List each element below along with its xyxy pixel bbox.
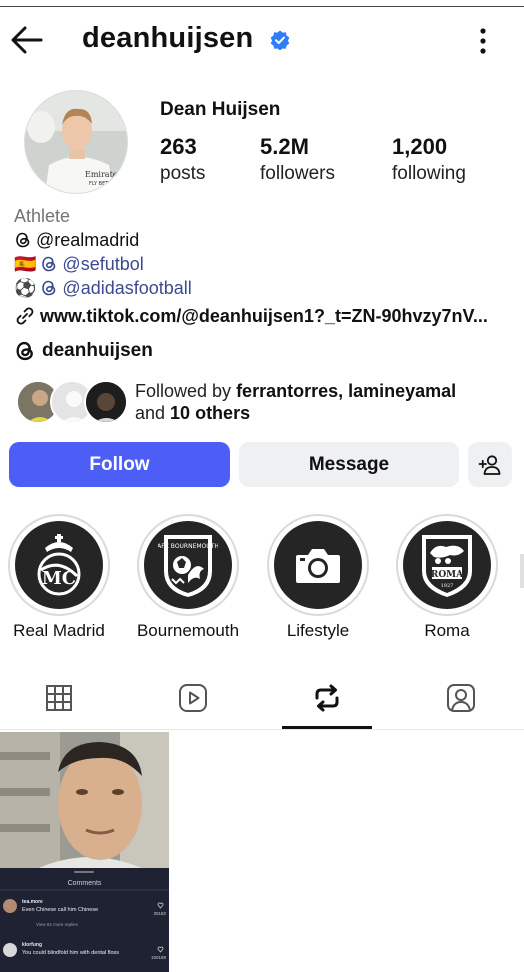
followers-count[interactable]: 5.2M followers (260, 134, 335, 188)
bio-line-sefutbol: 🇪🇸 @sefutbol (14, 252, 514, 276)
posts-count[interactable]: 263 posts (160, 134, 205, 188)
highlight-ring: MC (8, 514, 110, 616)
camera-icon (296, 549, 340, 583)
following-count-value: 1,200 (392, 134, 448, 159)
followed-by-row[interactable]: Followed by ferrantorres, lamineyamal an… (14, 380, 514, 428)
profile-bio: Athlete @realmadrid 🇪🇸 @sefutbol ⚽ @adid… (14, 204, 514, 328)
tab-reels[interactable] (148, 668, 238, 728)
followed-by-others[interactable]: 10 others (170, 403, 250, 423)
post-comments-title: Comments (68, 880, 102, 887)
bournemouth-crest-icon: AFC BOURNEMOUTH (158, 535, 218, 597)
bio-website-row[interactable]: www.tiktok.com/@deanhuijsen1?_t=ZN-90hvz… (14, 304, 514, 328)
threads-icon (42, 256, 56, 272)
tab-reposts[interactable] (282, 668, 372, 728)
highlight-ring: AFC BOURNEMOUTH (137, 514, 239, 616)
following-count[interactable]: 1,200 following (392, 134, 466, 188)
profile-category: Athlete (14, 206, 71, 226)
followed-by-and: and (135, 403, 171, 423)
highlight-ring: ROMA 1927 (396, 514, 498, 616)
spain-flag-icon: 🇪🇸 (14, 254, 37, 274)
svg-text:AFC BOURNEMOUTH: AFC BOURNEMOUTH (158, 543, 218, 550)
highlight-label: Roma (424, 621, 470, 640)
follow-button[interactable]: Follow (9, 442, 230, 487)
bio-mention-adidasfootball[interactable]: @adidasfootball (62, 276, 191, 300)
post-comment-text: You could blindfold him with dental flos… (22, 950, 119, 956)
svg-text:ROMA: ROMA (431, 570, 464, 580)
post-image: Comments tea.more Even Chinese call him … (0, 732, 169, 972)
active-tab-indicator (282, 726, 372, 729)
post-comment-likes: 30182 (153, 911, 166, 916)
highlight-next-peek (520, 554, 524, 588)
reels-icon (179, 684, 207, 712)
followers-count-label: followers (260, 163, 335, 184)
soccer-ball-icon: ⚽ (14, 278, 37, 298)
highlight-cover: AFC BOURNEMOUTH (144, 521, 232, 609)
real-madrid-crest-icon: MC (37, 534, 81, 596)
message-button[interactable]: Message (239, 442, 459, 487)
tagged-icon (447, 684, 475, 712)
posts-count-label: posts (160, 163, 206, 184)
profile-full-name: Dean Huijsen (160, 99, 281, 120)
bio-line-realmadrid: @realmadrid (14, 228, 514, 252)
more-vertical-icon[interactable] (472, 26, 494, 56)
threads-profile-link[interactable]: deanhuijsen (14, 340, 153, 362)
grid-post-thumbnail[interactable]: Comments tea.more Even Chinese call him … (0, 732, 169, 972)
profile-avatar[interactable]: Emirates FLY BETTER (24, 90, 128, 194)
tab-posts[interactable] (14, 668, 104, 728)
followed-by-prefix: Followed by (135, 381, 237, 401)
highlight-real-madrid[interactable]: MC Real Madrid (4, 514, 114, 641)
posts-count-value: 263 (160, 134, 197, 159)
grid-icon (46, 685, 72, 711)
profile-tabs (0, 668, 524, 730)
suggest-account-button[interactable] (468, 442, 512, 487)
bio-mention-realmadrid[interactable]: @realmadrid (36, 228, 139, 252)
verified-badge-icon (270, 30, 290, 50)
highlight-label: Bournemouth (136, 621, 240, 640)
svg-text:MC: MC (42, 568, 76, 589)
bio-mention-sefutbol[interactable]: @sefutbol (62, 252, 143, 276)
highlight-cover: MC (15, 521, 103, 609)
followed-by-text: Followed by ferrantorres, lamineyamal an… (135, 380, 456, 424)
profile-header: deanhuijsen (0, 18, 524, 64)
following-count-label: following (392, 163, 466, 184)
post-comment-text: Even Chinese call him Chinese (22, 907, 98, 913)
highlight-roma[interactable]: ROMA 1927 Roma (392, 514, 502, 641)
bio-website-link[interactable]: www.tiktok.com/@deanhuijsen1?_t=ZN-90hvz… (40, 304, 488, 328)
header-username: deanhuijsen (82, 22, 254, 54)
highlight-ring (267, 514, 369, 616)
followed-by-names[interactable]: ferrantorres, lamineyamal (236, 381, 456, 401)
post-comment-user: klorfung (22, 942, 42, 948)
add-person-icon (478, 454, 501, 475)
threads-handle: deanhuijsen (42, 340, 153, 361)
reposts-icon (315, 684, 339, 712)
post-comment-likes: 150189 (151, 955, 167, 960)
highlight-label: Real Madrid (13, 621, 105, 640)
highlight-label: Lifestyle (286, 621, 350, 640)
bio-line-adidasfootball: ⚽ @adidasfootball (14, 276, 514, 300)
link-icon (16, 307, 34, 325)
post-comment-replies: View 82 more replies (36, 922, 79, 927)
followers-count-value: 5.2M (260, 134, 309, 159)
post-comment-user: tea.more (22, 899, 43, 905)
threads-icon (16, 341, 33, 361)
avatar-photo: Emirates FLY BETTER (25, 91, 127, 193)
follower-avatar (84, 380, 128, 424)
highlight-cover (274, 521, 362, 609)
highlight-cover: ROMA 1927 (403, 521, 491, 609)
highlight-bournemouth[interactable]: AFC BOURNEMOUTH Bournemouth (133, 514, 243, 641)
arrow-left-icon[interactable] (10, 24, 44, 56)
tab-tagged[interactable] (416, 668, 506, 728)
svg-text:FLY BETTER: FLY BETTER (89, 181, 118, 187)
roma-crest-icon: ROMA 1927 (422, 535, 472, 597)
threads-icon (16, 232, 30, 248)
svg-text:1927: 1927 (441, 583, 454, 589)
highlight-lifestyle[interactable]: Lifestyle (263, 514, 373, 641)
svg-text:Emirates: Emirates (85, 170, 122, 179)
top-divider (0, 6, 524, 7)
threads-icon (42, 280, 56, 296)
